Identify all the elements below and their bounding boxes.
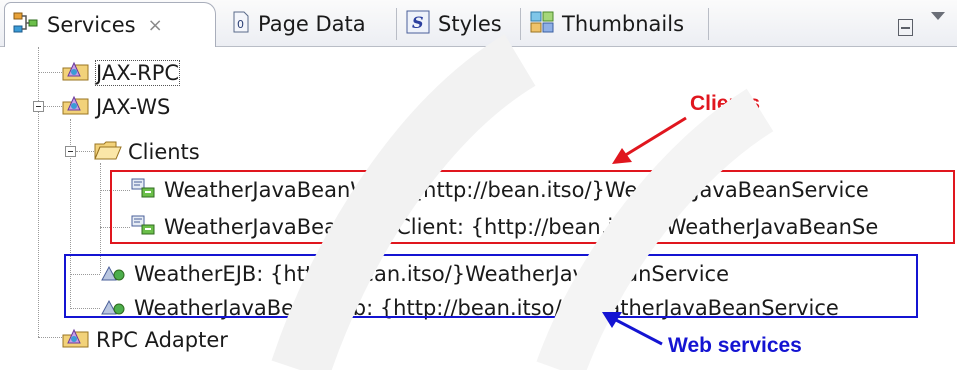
web-service-folder-icon	[62, 327, 90, 354]
close-icon[interactable]: ×	[148, 15, 163, 36]
tree-node-jax-ws[interactable]: JAX-WS	[62, 90, 170, 124]
web-services-highlight-box	[64, 254, 918, 318]
svg-text:0: 0	[237, 18, 244, 31]
tree-node-label: RPC Adapter	[96, 328, 228, 352]
tree-guide	[76, 151, 94, 152]
tree-node-label: Clients	[128, 140, 200, 164]
minimize-icon[interactable]	[898, 19, 913, 36]
clients-callout-label: Clients	[690, 92, 761, 115]
web-services-callout-label: Web services	[668, 334, 802, 357]
tree-guide	[38, 337, 62, 338]
tab-styles[interactable]: S Styles	[406, 4, 502, 44]
tree-guide	[44, 106, 62, 107]
clients-highlight-box	[110, 170, 955, 244]
styles-icon: S	[406, 10, 430, 39]
tab-services[interactable]: Services ×	[4, 2, 216, 47]
tab-separator	[708, 8, 709, 40]
tab-separator	[520, 8, 521, 40]
tree-guide	[38, 47, 39, 337]
view-controls	[898, 6, 945, 36]
tree-node-rpc-adapter[interactable]: RPC Adapter	[62, 323, 228, 357]
tab-separator	[396, 8, 397, 40]
tree-node-label: JAX-RPC	[94, 60, 181, 86]
tab-page-data[interactable]: 0 Page Data	[232, 4, 366, 44]
open-folder-icon	[94, 139, 122, 166]
tab-styles-label: Styles	[438, 12, 502, 36]
collapse-toggle-jax-ws[interactable]	[33, 101, 44, 112]
tab-services-label: Services	[47, 13, 136, 37]
tree-node-label: JAX-WS	[96, 95, 171, 119]
tree-guide	[38, 72, 62, 73]
web-service-folder-icon	[62, 60, 90, 87]
web-service-folder-icon	[62, 94, 90, 121]
tab-thumbnails[interactable]: Thumbnails	[530, 4, 684, 44]
svg-text:S: S	[412, 13, 424, 32]
tree-node-clients[interactable]: Clients	[94, 135, 200, 169]
tab-thumbnails-label: Thumbnails	[562, 12, 685, 36]
tab-page-data-label: Page Data	[258, 12, 366, 36]
tree-node-jax-rpc[interactable]: JAX-RPC	[62, 56, 181, 90]
page-data-icon: 0	[232, 11, 250, 38]
collapse-toggle-clients[interactable]	[65, 146, 76, 157]
view-menu-icon[interactable]	[931, 12, 945, 20]
view-tab-bar: Services × 0 Page Data S Styles Thumbnai…	[0, 0, 957, 47]
services-icon	[13, 12, 39, 39]
thumbnails-icon	[530, 11, 554, 38]
